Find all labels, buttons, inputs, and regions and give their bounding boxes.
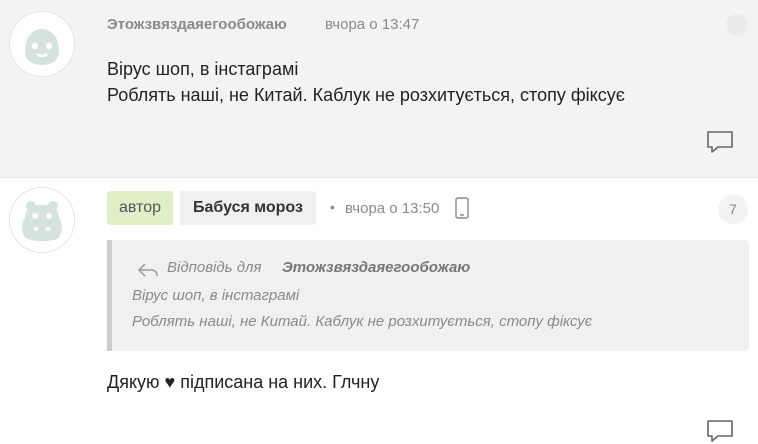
reply-bubble-icon[interactable]	[706, 419, 734, 443]
comment-author[interactable]: Этожзвяздаяегообожаю	[107, 16, 287, 33]
penguin-avatar-icon[interactable]	[9, 11, 75, 77]
quote-label: Відповідь для	[167, 259, 262, 276]
comment-divider	[0, 177, 758, 178]
comment-text-line: Роблять наші, не Китай. Каблук не розхит…	[107, 85, 625, 105]
author-badge: автор	[107, 191, 173, 225]
comment-timestamp: вчора о 13:50	[345, 200, 440, 217]
comment-author[interactable]: Бабуся мороз	[180, 191, 316, 225]
comment-menu-button[interactable]	[726, 14, 748, 36]
comment-text-line: Вірус шоп, в інстаграмі	[107, 59, 299, 79]
quote-text-line: Вірус шоп, в інстаграмі	[132, 287, 300, 304]
reply-arrow-icon	[138, 263, 158, 277]
reply-bubble-icon[interactable]	[706, 130, 734, 154]
comment-highlighted: Этожзвяздаяегообожаю вчора о 13:47 Вірус…	[0, 0, 758, 177]
mobile-phone-icon	[455, 197, 469, 219]
quote-text-line: Роблять наші, не Китай. Каблук не розхит…	[132, 313, 593, 330]
comment-text: Дякую ♥ підписана на них. Глчну	[107, 372, 380, 392]
reply-quote[interactable]: Відповідь для Этожзвяздаяегообожаю Вірус…	[107, 240, 749, 351]
quote-author[interactable]: Этожзвяздаяегообожаю	[282, 259, 470, 276]
separator-dot: •	[330, 199, 335, 215]
comment-text: Вірус шоп, в інстаграмі Роблять наші, не…	[107, 56, 625, 108]
comment-timestamp: вчора о 13:47	[325, 16, 420, 33]
comment-count-badge[interactable]: 7	[718, 194, 748, 224]
hippo-avatar-icon[interactable]	[9, 187, 75, 253]
